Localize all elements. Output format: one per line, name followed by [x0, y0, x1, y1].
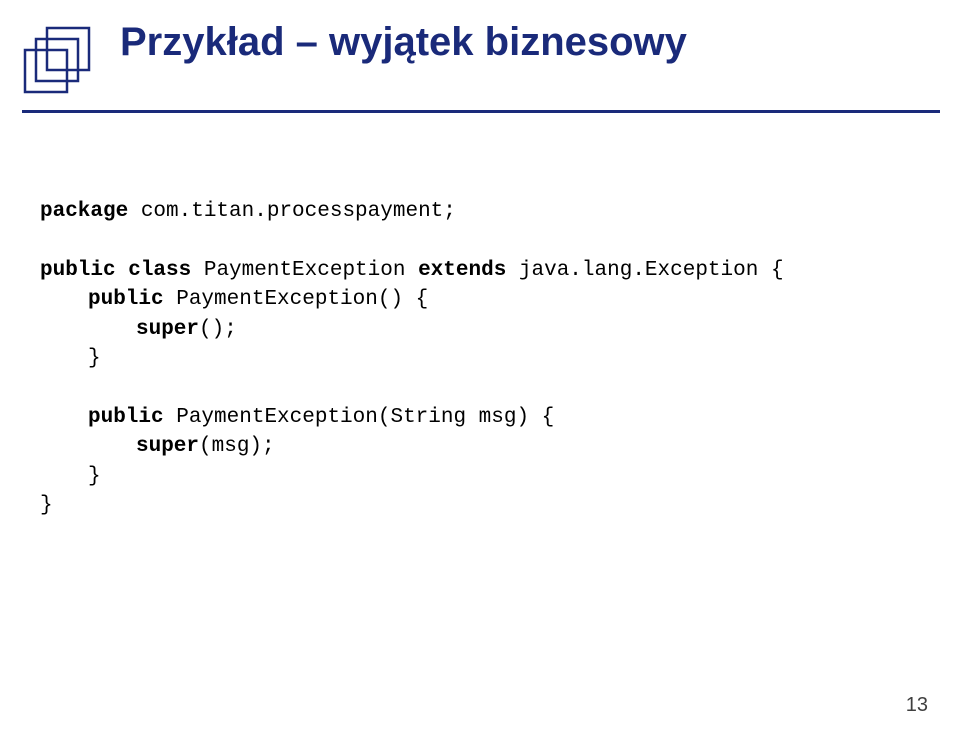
keyword-public: public [88, 288, 164, 311]
keyword-package: package [40, 200, 128, 223]
slide-header: Przykład – wyjątek biznesowy [0, 0, 960, 96]
code-brace: } [40, 494, 53, 517]
code-text: PaymentException() { [164, 288, 429, 311]
code-brace: } [88, 465, 101, 488]
keyword-public-class: public class [40, 259, 191, 282]
overlapping-squares-icon [22, 24, 94, 96]
code-text: (msg); [199, 435, 275, 458]
code-text: (); [199, 318, 237, 341]
keyword-super: super [136, 435, 199, 458]
keyword-extends: extends [418, 259, 506, 282]
code-block: package com.titan.processpayment; public… [0, 113, 960, 520]
code-text: java.lang.Exception { [506, 259, 783, 282]
keyword-super: super [136, 318, 199, 341]
code-text: com.titan.processpayment; [128, 200, 456, 223]
keyword-public: public [88, 406, 164, 429]
code-brace: } [88, 347, 101, 370]
code-text: PaymentException(String msg) { [164, 406, 555, 429]
code-text: PaymentException [191, 259, 418, 282]
page-number: 13 [906, 694, 928, 717]
slide-title: Przykład – wyjątek biznesowy [120, 20, 687, 65]
